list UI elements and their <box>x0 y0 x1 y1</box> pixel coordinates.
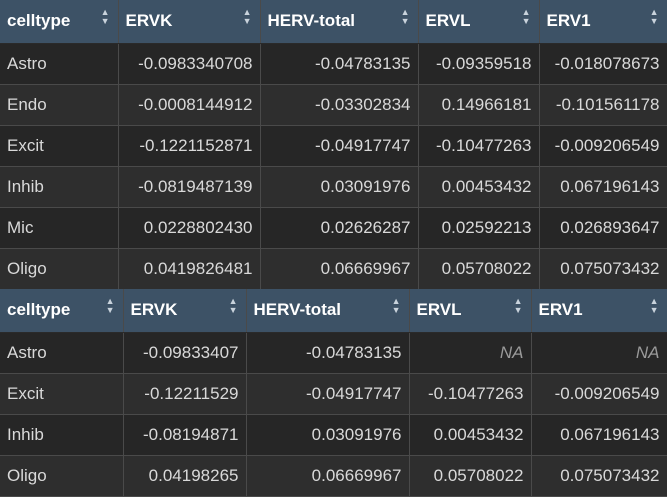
sort-arrows-icon[interactable]: ▲ ▼ <box>650 8 659 26</box>
value-cell: -0.0008144912 <box>118 84 261 126</box>
value-cell: -0.04783135 <box>246 332 410 374</box>
row-label-cell: Mic <box>0 207 119 249</box>
row-label-cell: Astro <box>0 43 119 85</box>
table-row: Excit -0.1221152871 -0.04917747 -0.10477263… <box>0 125 667 167</box>
value-cell: -0.009206549 <box>531 373 667 415</box>
value-cell: NA <box>409 332 532 374</box>
value-cell: 0.00453432 <box>409 414 532 456</box>
table-row: Astro -0.0983340708 -0.04783135 -0.09359518… <box>0 43 667 85</box>
table-row: Inhib -0.0819487139 0.03091976 0.00453432 0.… <box>0 166 667 208</box>
value-cell: -0.101561178 <box>539 84 667 126</box>
value-cell: -0.1221152871 <box>118 125 261 167</box>
table-row: Astro -0.09833407 -0.04783135 NA NA <box>0 332 667 374</box>
value-cell: 0.026893647 <box>539 207 667 249</box>
value-cell: NA <box>531 332 667 374</box>
column-header-label: HERV-total <box>267 11 356 31</box>
row-label-cell: Oligo <box>0 248 119 290</box>
table-row: Endo -0.0008144912 -0.03302834 0.14966181 -0… <box>0 84 667 126</box>
value-cell: 0.05708022 <box>418 248 540 290</box>
header-row: celltype ▲ ▼ ERVK ▲ ▼ HERV-total ▲ ▼ ERVL ▲ ▼ ERV1 ▲ ▼ <box>0 289 667 333</box>
value-cell: -0.018078673 <box>539 43 667 85</box>
value-cell: 0.075073432 <box>531 455 667 497</box>
value-cell: 0.03091976 <box>260 166 419 208</box>
value-cell: -0.12211529 <box>123 373 247 415</box>
value-cell: -0.10477263 <box>418 125 540 167</box>
row-label-cell: Astro <box>0 332 124 374</box>
column-header-label: ERVL <box>425 11 471 31</box>
value-cell: 0.067196143 <box>539 166 667 208</box>
row-label-cell: Inhib <box>0 166 119 208</box>
row-label-cell: Endo <box>0 84 119 126</box>
column-header-label: ERVL <box>416 300 462 320</box>
column-header-label: celltype <box>7 11 71 31</box>
value-cell: -0.04783135 <box>260 43 419 85</box>
value-cell: -0.09359518 <box>418 43 540 85</box>
table-row: Oligo 0.0419826481 0.06669967 0.05708022 0.0… <box>0 248 667 290</box>
sort-arrows-icon[interactable]: ▲ ▼ <box>106 297 115 315</box>
value-cell: 0.06669967 <box>260 248 419 290</box>
value-cell: -0.10477263 <box>409 373 532 415</box>
value-cell: 0.04198265 <box>123 455 247 497</box>
column-header-ervl[interactable]: ERVL ▲ ▼ <box>418 0 540 44</box>
column-header-herv-total[interactable]: HERV-total ▲ ▼ <box>260 0 419 44</box>
value-cell: 0.02592213 <box>418 207 540 249</box>
column-header-erv1[interactable]: ERV1 ▲ ▼ <box>539 0 667 44</box>
table-row: Inhib -0.08194871 0.03091976 0.00453432 0.06… <box>0 414 667 456</box>
results-table-1: celltype ▲ ▼ ERVK ▲ ▼ HERV-total ▲ ▼ ERVL ▲ ▼ ERV1 ▲ ▼… <box>0 0 667 290</box>
sort-arrows-icon[interactable]: ▲ ▼ <box>101 8 110 26</box>
sort-arrows-icon[interactable]: ▲ ▼ <box>514 297 523 315</box>
table-row: Excit -0.12211529 -0.04917747 -0.10477263 -0… <box>0 373 667 415</box>
column-header-label: ERV1 <box>546 11 591 31</box>
column-header-label: HERV-total <box>253 300 342 320</box>
value-cell: 0.14966181 <box>418 84 540 126</box>
row-label-cell: Oligo <box>0 455 124 497</box>
column-header-ervk[interactable]: ERVK ▲ ▼ <box>118 0 261 44</box>
value-cell: -0.03302834 <box>260 84 419 126</box>
value-cell: -0.04917747 <box>260 125 419 167</box>
value-cell: 0.0419826481 <box>118 248 261 290</box>
value-cell: 0.067196143 <box>531 414 667 456</box>
value-cell: -0.04917747 <box>246 373 410 415</box>
value-cell: 0.06669967 <box>246 455 410 497</box>
results-table-2: celltype ▲ ▼ ERVK ▲ ▼ HERV-total ▲ ▼ ERVL ▲ ▼ ERV1 ▲ ▼… <box>0 289 667 497</box>
column-header-erv1[interactable]: ERV1 ▲ ▼ <box>531 289 667 333</box>
column-header-ervk[interactable]: ERVK ▲ ▼ <box>123 289 247 333</box>
value-cell: -0.0819487139 <box>118 166 261 208</box>
value-cell: 0.02626287 <box>260 207 419 249</box>
value-cell: 0.05708022 <box>409 455 532 497</box>
row-label-cell: Excit <box>0 125 119 167</box>
sort-arrows-icon[interactable]: ▲ ▼ <box>229 297 238 315</box>
sort-arrows-icon[interactable]: ▲ ▼ <box>522 8 531 26</box>
column-header-label: celltype <box>7 300 71 320</box>
row-label-cell: Inhib <box>0 414 124 456</box>
column-header-label: ERVK <box>125 11 173 31</box>
value-cell: 0.0228802430 <box>118 207 261 249</box>
column-header-herv-total[interactable]: HERV-total ▲ ▼ <box>246 289 410 333</box>
sort-arrows-icon[interactable]: ▲ ▼ <box>401 8 410 26</box>
sort-arrows-icon[interactable]: ▲ ▼ <box>650 297 659 315</box>
value-cell: -0.009206549 <box>539 125 667 167</box>
value-cell: 0.03091976 <box>246 414 410 456</box>
header-row: celltype ▲ ▼ ERVK ▲ ▼ HERV-total ▲ ▼ ERVL ▲ ▼ ERV1 ▲ ▼ <box>0 0 667 44</box>
value-cell: 0.00453432 <box>418 166 540 208</box>
value-cell: -0.09833407 <box>123 332 247 374</box>
column-header-celltype[interactable]: celltype ▲ ▼ <box>0 0 119 44</box>
row-label-cell: Excit <box>0 373 124 415</box>
value-cell: -0.0983340708 <box>118 43 261 85</box>
column-header-celltype[interactable]: celltype ▲ ▼ <box>0 289 124 333</box>
column-header-label: ERV1 <box>538 300 583 320</box>
value-cell: 0.075073432 <box>539 248 667 290</box>
column-header-label: ERVK <box>130 300 178 320</box>
column-header-ervl[interactable]: ERVL ▲ ▼ <box>409 289 532 333</box>
sort-arrows-icon[interactable]: ▲ ▼ <box>243 8 252 26</box>
table-row: Oligo 0.04198265 0.06669967 0.05708022 0.075… <box>0 455 667 497</box>
value-cell: -0.08194871 <box>123 414 247 456</box>
sort-arrows-icon[interactable]: ▲ ▼ <box>392 297 401 315</box>
table-row: Mic 0.0228802430 0.02626287 0.02592213 0.026… <box>0 207 667 249</box>
